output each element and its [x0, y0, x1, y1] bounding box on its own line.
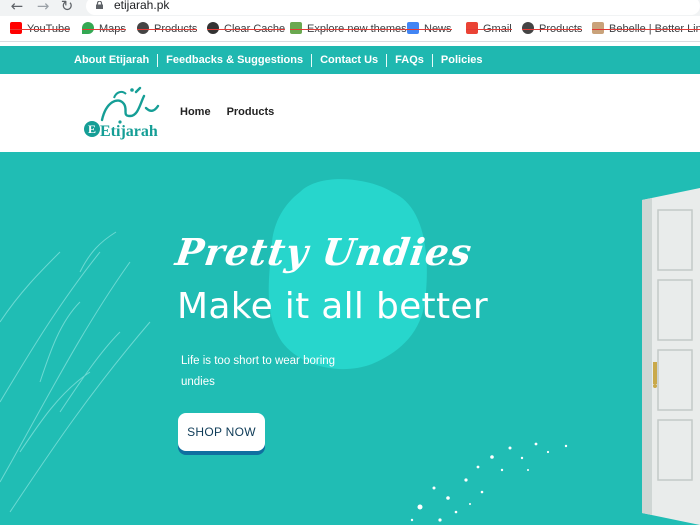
maps-icon: [82, 22, 94, 34]
topbar-link-contact[interactable]: Contact Us: [312, 53, 386, 67]
globe-icon: [207, 22, 219, 34]
hero-banner: Pretty Undies Make it all better Life is…: [0, 152, 700, 525]
strike-line: [592, 29, 700, 30]
nav-products[interactable]: Products: [227, 106, 275, 118]
paint-splash: [268, 179, 427, 370]
bookmark-clear-cache[interactable]: Clear Cache: [207, 21, 286, 37]
topbar-link-policies[interactable]: Policies: [433, 53, 491, 67]
confetti: [410, 442, 568, 522]
bebelle-icon: [592, 22, 604, 34]
hero-script-title: Pretty Undies: [172, 230, 475, 274]
lock-icon: [96, 1, 103, 9]
topbar-link-about[interactable]: About Etijarah: [74, 53, 157, 67]
strike-line: [207, 29, 286, 30]
logo-initial: E: [84, 121, 100, 137]
news-icon: [407, 22, 419, 34]
browser-address-bar: ← → ↻ etijarah.pk: [0, 0, 700, 16]
bookmark-maps[interactable]: Maps: [82, 21, 126, 37]
door-illustration: [642, 188, 700, 525]
products-icon: [137, 22, 149, 34]
bookmark-explore-themes[interactable]: Explore new themes: [290, 21, 407, 37]
site-topbar: About Etijarah Feedbacks & Suggestions C…: [0, 46, 700, 74]
forward-icon[interactable]: →: [34, 0, 52, 15]
url-text: etijarah.pk: [114, 0, 170, 12]
leaf-lines: [0, 231, 151, 513]
hero-background: [0, 179, 568, 522]
webstore-icon: [290, 22, 302, 34]
strike-line: [10, 29, 71, 30]
shop-now-button[interactable]: SHOP NOW: [178, 413, 265, 451]
bookmark-news[interactable]: News: [407, 21, 452, 37]
topbar-link-faqs[interactable]: FAQs: [387, 53, 432, 67]
logo-text: Etijarah: [100, 123, 158, 140]
main-nav: Home Products: [180, 106, 274, 118]
strike-line: [522, 29, 583, 30]
door-handle-icon: [653, 362, 657, 384]
hero-tagline: Life is too short to wear boring undies: [181, 355, 336, 388]
topbar-link-feedback[interactable]: Feedbacks & Suggestions: [158, 53, 311, 67]
topbar-links: About Etijarah Feedbacks & Suggestions C…: [74, 53, 490, 67]
hero-headline: Make it all better: [177, 286, 488, 327]
strike-line: [407, 29, 452, 30]
gmail-icon: [466, 22, 478, 34]
site-header: E Etijarah Home Products: [0, 74, 700, 152]
back-icon[interactable]: ←: [8, 0, 26, 15]
bookmark-products-2[interactable]: Products: [522, 21, 583, 37]
reload-icon[interactable]: ↻: [58, 0, 76, 15]
bookmark-products[interactable]: Products: [137, 21, 198, 37]
products-icon: [522, 22, 534, 34]
strike-line: [290, 29, 407, 30]
bookmark-bebelle[interactable]: Bebelle | Better Lin...: [592, 21, 700, 37]
strike-line: [137, 29, 198, 30]
strike-line: [82, 29, 126, 30]
url-field[interactable]: etijarah.pk: [86, 0, 700, 15]
bookmarks-bar: YouTube Maps Products Clear Cache Explor…: [0, 16, 700, 42]
strike-line: [466, 29, 512, 30]
bookmark-gmail[interactable]: Gmail: [466, 21, 512, 37]
youtube-icon: [10, 22, 22, 34]
nav-home[interactable]: Home: [180, 106, 211, 118]
bookmark-youtube[interactable]: YouTube: [10, 21, 71, 37]
